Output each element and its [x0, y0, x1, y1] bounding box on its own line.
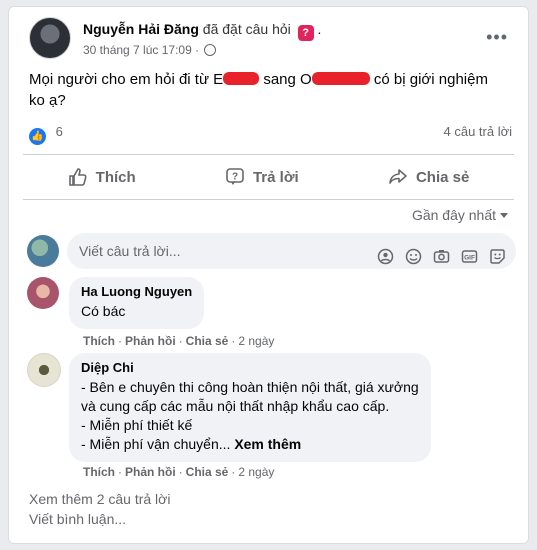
question-answer-icon: ?: [226, 168, 244, 185]
comment-reply-link[interactable]: Phản hồi: [125, 465, 176, 479]
thumbs-up-icon: [68, 168, 87, 186]
post-text-part2: sang O: [263, 71, 312, 88]
meta-separator: ·: [195, 43, 200, 57]
share-label: Chia sẻ: [415, 168, 470, 186]
author-name[interactable]: Nguyễn Hải Đăng: [83, 21, 199, 37]
post-header: Nguyễn Hải Đăng đã đặt câu hỏi ? . 30 th…: [23, 17, 514, 63]
post-timestamp[interactable]: 30 tháng 7 lúc 17:09: [83, 43, 192, 57]
chevron-down-icon: [500, 213, 508, 218]
author-line: Nguyễn Hải Đăng đã đặt câu hỏi ? .: [83, 21, 321, 41]
comment-actions: Thích · Phản hồi · Chia sẻ · 2 ngày: [83, 465, 275, 479]
view-more-replies-link[interactable]: Xem thêm 2 câu trả lời: [29, 491, 170, 507]
redaction-mark: [223, 72, 260, 85]
comment-bubble: Ha Luong Nguyen Có bác: [69, 277, 205, 329]
svg-text:?: ?: [232, 172, 238, 183]
comment-text: Có bác: [81, 303, 126, 319]
post-text-part1: Mọi người cho em hỏi đi từ E: [29, 71, 224, 88]
redaction-mark: [311, 72, 370, 85]
reply-placeholder: Viết câu trả lời...: [79, 243, 181, 259]
svg-text:GIF: GIF: [464, 254, 475, 261]
reply-input[interactable]: Viết câu trả lời... GIF: [67, 233, 516, 269]
comment-bubble: Diệp Chi - Bên e chuyên thi công hoàn th…: [69, 353, 431, 462]
see-more-link[interactable]: Xem thêm: [234, 436, 301, 452]
reactions-bar: 👍 6 4 câu trả lời: [29, 124, 513, 145]
reply-label: Trả lời: [252, 168, 299, 186]
reaction-count[interactable]: 6: [56, 124, 63, 139]
gif-icon[interactable]: GIF: [461, 242, 478, 263]
current-user-avatar: [27, 235, 59, 267]
action-bar: Thích ? Trả lời Chia sẻ: [23, 154, 514, 200]
comment-share-link[interactable]: Chia sẻ: [186, 465, 229, 479]
answers-count[interactable]: 4 câu trả lời: [444, 124, 513, 139]
sticker-icon[interactable]: [489, 242, 506, 264]
write-comment-link[interactable]: Viết bình luận...: [29, 511, 126, 527]
share-arrow-icon: [389, 169, 407, 184]
comment-item: Ha Luong Nguyen Có bác Thích · Phản hồi · Ch…: [27, 277, 507, 348]
emoji-icon[interactable]: [405, 242, 422, 265]
reply-composer: Viết câu trả lời... GIF: [27, 233, 516, 269]
commenter-avatar[interactable]: [27, 277, 59, 309]
camera-icon[interactable]: [433, 242, 450, 263]
comment-time[interactable]: 2 ngày: [238, 465, 274, 479]
comment-item: Diệp Chi - Bên e chuyên thi công hoàn th…: [27, 353, 507, 483]
commenter-name[interactable]: Ha Luong Nguyen: [81, 284, 192, 299]
comment-time[interactable]: 2 ngày: [238, 334, 274, 348]
like-button[interactable]: Thích: [68, 167, 136, 187]
comment-like-link[interactable]: Thích: [83, 334, 115, 348]
sort-label: Gần đây nhất: [411, 207, 496, 223]
like-reaction-icon[interactable]: 👍: [29, 128, 46, 145]
composer-icons: GIF: [377, 242, 506, 265]
comment-share-link[interactable]: Chia sẻ: [186, 334, 229, 348]
sort-dropdown[interactable]: Gần đây nhất: [412, 207, 508, 223]
comment-reply-link[interactable]: Phản hồi: [125, 334, 176, 348]
share-button[interactable]: Chia sẻ: [388, 167, 469, 187]
comment-actions: Thích · Phản hồi · Chia sẻ · 2 ngày: [83, 334, 275, 348]
post-text: Mọi người cho em hỏi đi từ E sang O có b…: [29, 69, 499, 111]
trailing-dot: .: [317, 21, 322, 37]
author-action: đã đặt câu hỏi: [202, 21, 291, 37]
globe-icon: [204, 44, 217, 56]
post-meta: 30 tháng 7 lúc 17:09 ·: [83, 43, 217, 57]
author-avatar[interactable]: [29, 17, 71, 59]
comment-text: - Bên e chuyên thi công hoàn thiện nội t…: [81, 378, 419, 454]
reply-button[interactable]: ? Trả lời: [225, 167, 299, 187]
post-card: Nguyễn Hải Đăng đã đặt câu hỏi ? . 30 th…: [8, 6, 529, 544]
comment-like-link[interactable]: Thích: [83, 465, 115, 479]
question-icon: ?: [297, 25, 314, 41]
more-options-icon[interactable]: •••: [486, 27, 508, 48]
like-label: Thích: [95, 168, 136, 186]
commenter-avatar[interactable]: [27, 353, 61, 387]
commenter-name[interactable]: Diệp Chi: [81, 360, 419, 375]
avatar-sticker-icon[interactable]: [377, 242, 394, 265]
